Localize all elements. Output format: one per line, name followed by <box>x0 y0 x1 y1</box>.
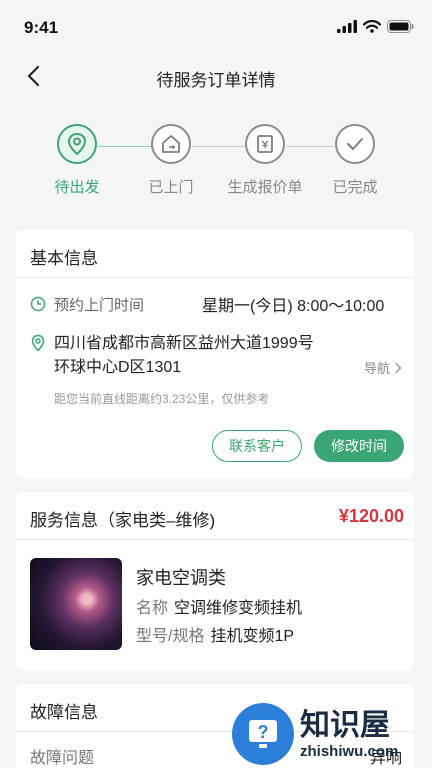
basic-info-title: 基本信息 <box>30 249 98 268</box>
modify-time-button[interactable]: 修改时间 <box>314 430 404 462</box>
product-name-value: 空调维修变频挂机 <box>174 600 303 617</box>
product-model-key: 型号/规格 <box>136 628 205 645</box>
battery-icon <box>387 20 414 33</box>
distance-hint: 距您当前直线距离约3.23公里，仅供参考 <box>54 392 270 406</box>
product-model-value: 挂机变频1P <box>210 628 295 645</box>
page-title: 待服务订单详情 <box>156 71 276 90</box>
service-info-card: 服务信息（家电类–维修) ¥120.00 家电空调类 名称 空调维修变频挂机 型号… <box>16 492 414 670</box>
wifi-icon <box>363 20 381 33</box>
contact-customer-button[interactable]: 联系客户 <box>212 430 302 462</box>
step-arrived: 已上门 <box>126 124 216 197</box>
order-progress-steps: 待出发 已上门 生成报价单 已完成 <box>0 124 432 204</box>
quote-document-icon <box>245 124 285 164</box>
product-thumbnail <box>30 558 122 650</box>
chevron-right-icon <box>394 361 402 374</box>
clock-icon <box>30 296 46 312</box>
address-line-2: 环球中心D区1301 <box>54 359 182 376</box>
address-row: 四川省成都市高新区益州大道1999号 环球中心D区1301 <box>30 332 314 380</box>
step-label: 生成报价单 <box>227 179 303 196</box>
location-pin-icon <box>57 124 97 164</box>
address-block: 四川省成都市高新区益州大道1999号 环球中心D区1301 <box>54 332 314 380</box>
location-icon <box>31 334 45 352</box>
fault-question-label: 故障问题 <box>30 750 95 767</box>
service-info-title: 服务信息（家电类–维修) <box>30 511 216 530</box>
appointment-time-row: 预约上门时间 星期一(今日) 8:00～10:00 <box>30 292 384 316</box>
status-time: 9:41 <box>24 18 59 37</box>
navigation-bar: 待服务订单详情 <box>0 56 432 96</box>
home-icon <box>151 124 191 164</box>
status-bar: 9:41 <box>0 0 432 56</box>
step-completed: 已完成 <box>310 124 400 197</box>
step-label: 已完成 <box>332 179 378 196</box>
product-name-row: 名称 空调维修变频挂机 <box>136 594 302 618</box>
step-quote: 生成报价单 <box>220 124 310 197</box>
step-departing: 待出发 <box>32 124 122 197</box>
basic-info-card: 基本信息 预约上门时间 星期一(今日) 8:00～10:00 四川省成都市高新区… <box>16 230 414 478</box>
step-label: 待出发 <box>54 179 100 196</box>
appointment-time-value: 星期一(今日) 8:00～10:00 <box>202 298 385 315</box>
checkmark-icon <box>335 124 375 164</box>
watermark-logo-icon: ? <box>232 703 294 765</box>
svg-text:?: ? <box>258 722 269 742</box>
site-watermark: ? 知识屋 zhishiwu.com <box>232 700 432 768</box>
status-icons <box>337 20 414 33</box>
product-model-row: 型号/规格 挂机变频1P <box>136 622 294 646</box>
navigate-label: 导航 <box>363 361 390 376</box>
service-price: ¥120.00 <box>338 506 404 526</box>
address-line-1: 四川省成都市高新区益州大道1999号 <box>54 335 314 352</box>
navigate-link[interactable]: 导航 <box>364 358 402 377</box>
step-label: 已上门 <box>148 179 194 196</box>
product-name-key: 名称 <box>136 600 169 617</box>
service-info-header: 服务信息（家电类–维修) ¥120.00 <box>16 492 414 540</box>
watermark-site: zhishiwu.com <box>300 742 399 760</box>
appointment-time-label: 预约上门时间 <box>54 296 145 314</box>
watermark-text: 知识屋 zhishiwu.com <box>300 709 398 760</box>
cellular-signal-icon <box>337 20 357 33</box>
basic-info-header: 基本信息 <box>16 230 414 278</box>
fault-info-title: 故障信息 <box>30 703 98 722</box>
product-category-name: 家电空调类 <box>136 568 226 588</box>
watermark-brand: 知识屋 <box>300 708 390 742</box>
